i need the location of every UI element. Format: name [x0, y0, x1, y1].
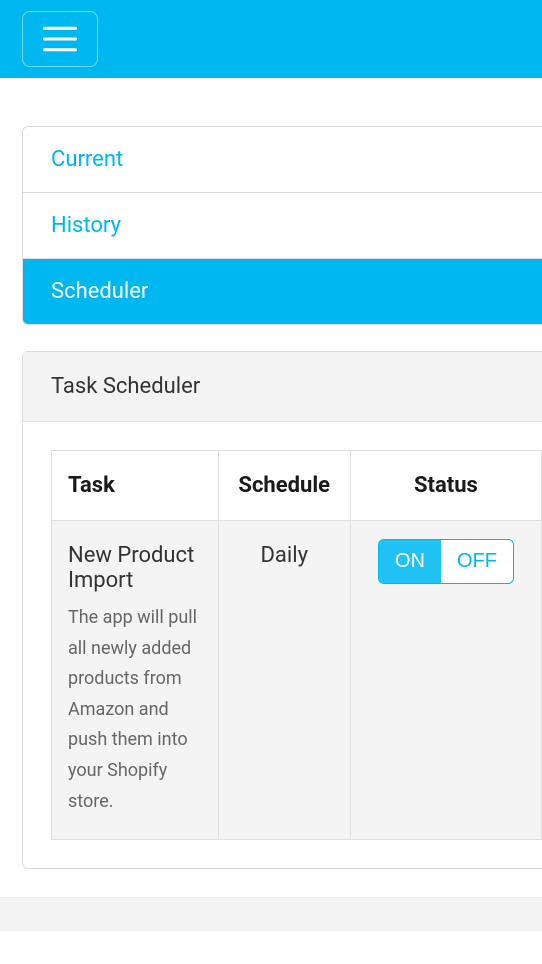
task-description: The app will pull all newly added produc…	[68, 603, 202, 817]
status-toggle[interactable]: ON OFF	[378, 539, 514, 584]
nav-item-scheduler[interactable]: Scheduler	[23, 259, 542, 324]
table-row: New Product Import The app will pull all…	[52, 521, 542, 840]
col-header-task: Task	[52, 451, 219, 521]
panel-body: Task Schedule Status New Product Import …	[23, 422, 542, 868]
nav-item-current[interactable]: Current	[23, 127, 542, 193]
toggle-off[interactable]: OFF	[441, 540, 513, 583]
cell-task: New Product Import The app will pull all…	[52, 521, 219, 840]
main-content: Current History Scheduler Task Scheduler…	[0, 126, 542, 869]
app-header	[0, 0, 542, 78]
cell-schedule: Daily	[218, 521, 350, 840]
footer-gap	[0, 897, 542, 931]
hamburger-icon	[42, 24, 78, 54]
task-scheduler-panel: Task Scheduler Task Schedule Status New …	[22, 351, 542, 869]
tasks-table: Task Schedule Status New Product Import …	[51, 450, 542, 840]
col-header-schedule: Schedule	[218, 451, 350, 521]
task-name: New Product Import	[68, 543, 202, 593]
col-header-status: Status	[350, 451, 541, 521]
nav-list: Current History Scheduler	[22, 126, 542, 325]
cell-status: ON OFF	[350, 521, 541, 840]
nav-item-history[interactable]: History	[23, 193, 542, 259]
menu-button[interactable]	[22, 11, 98, 67]
toggle-on[interactable]: ON	[379, 540, 441, 583]
panel-title: Task Scheduler	[23, 352, 542, 422]
